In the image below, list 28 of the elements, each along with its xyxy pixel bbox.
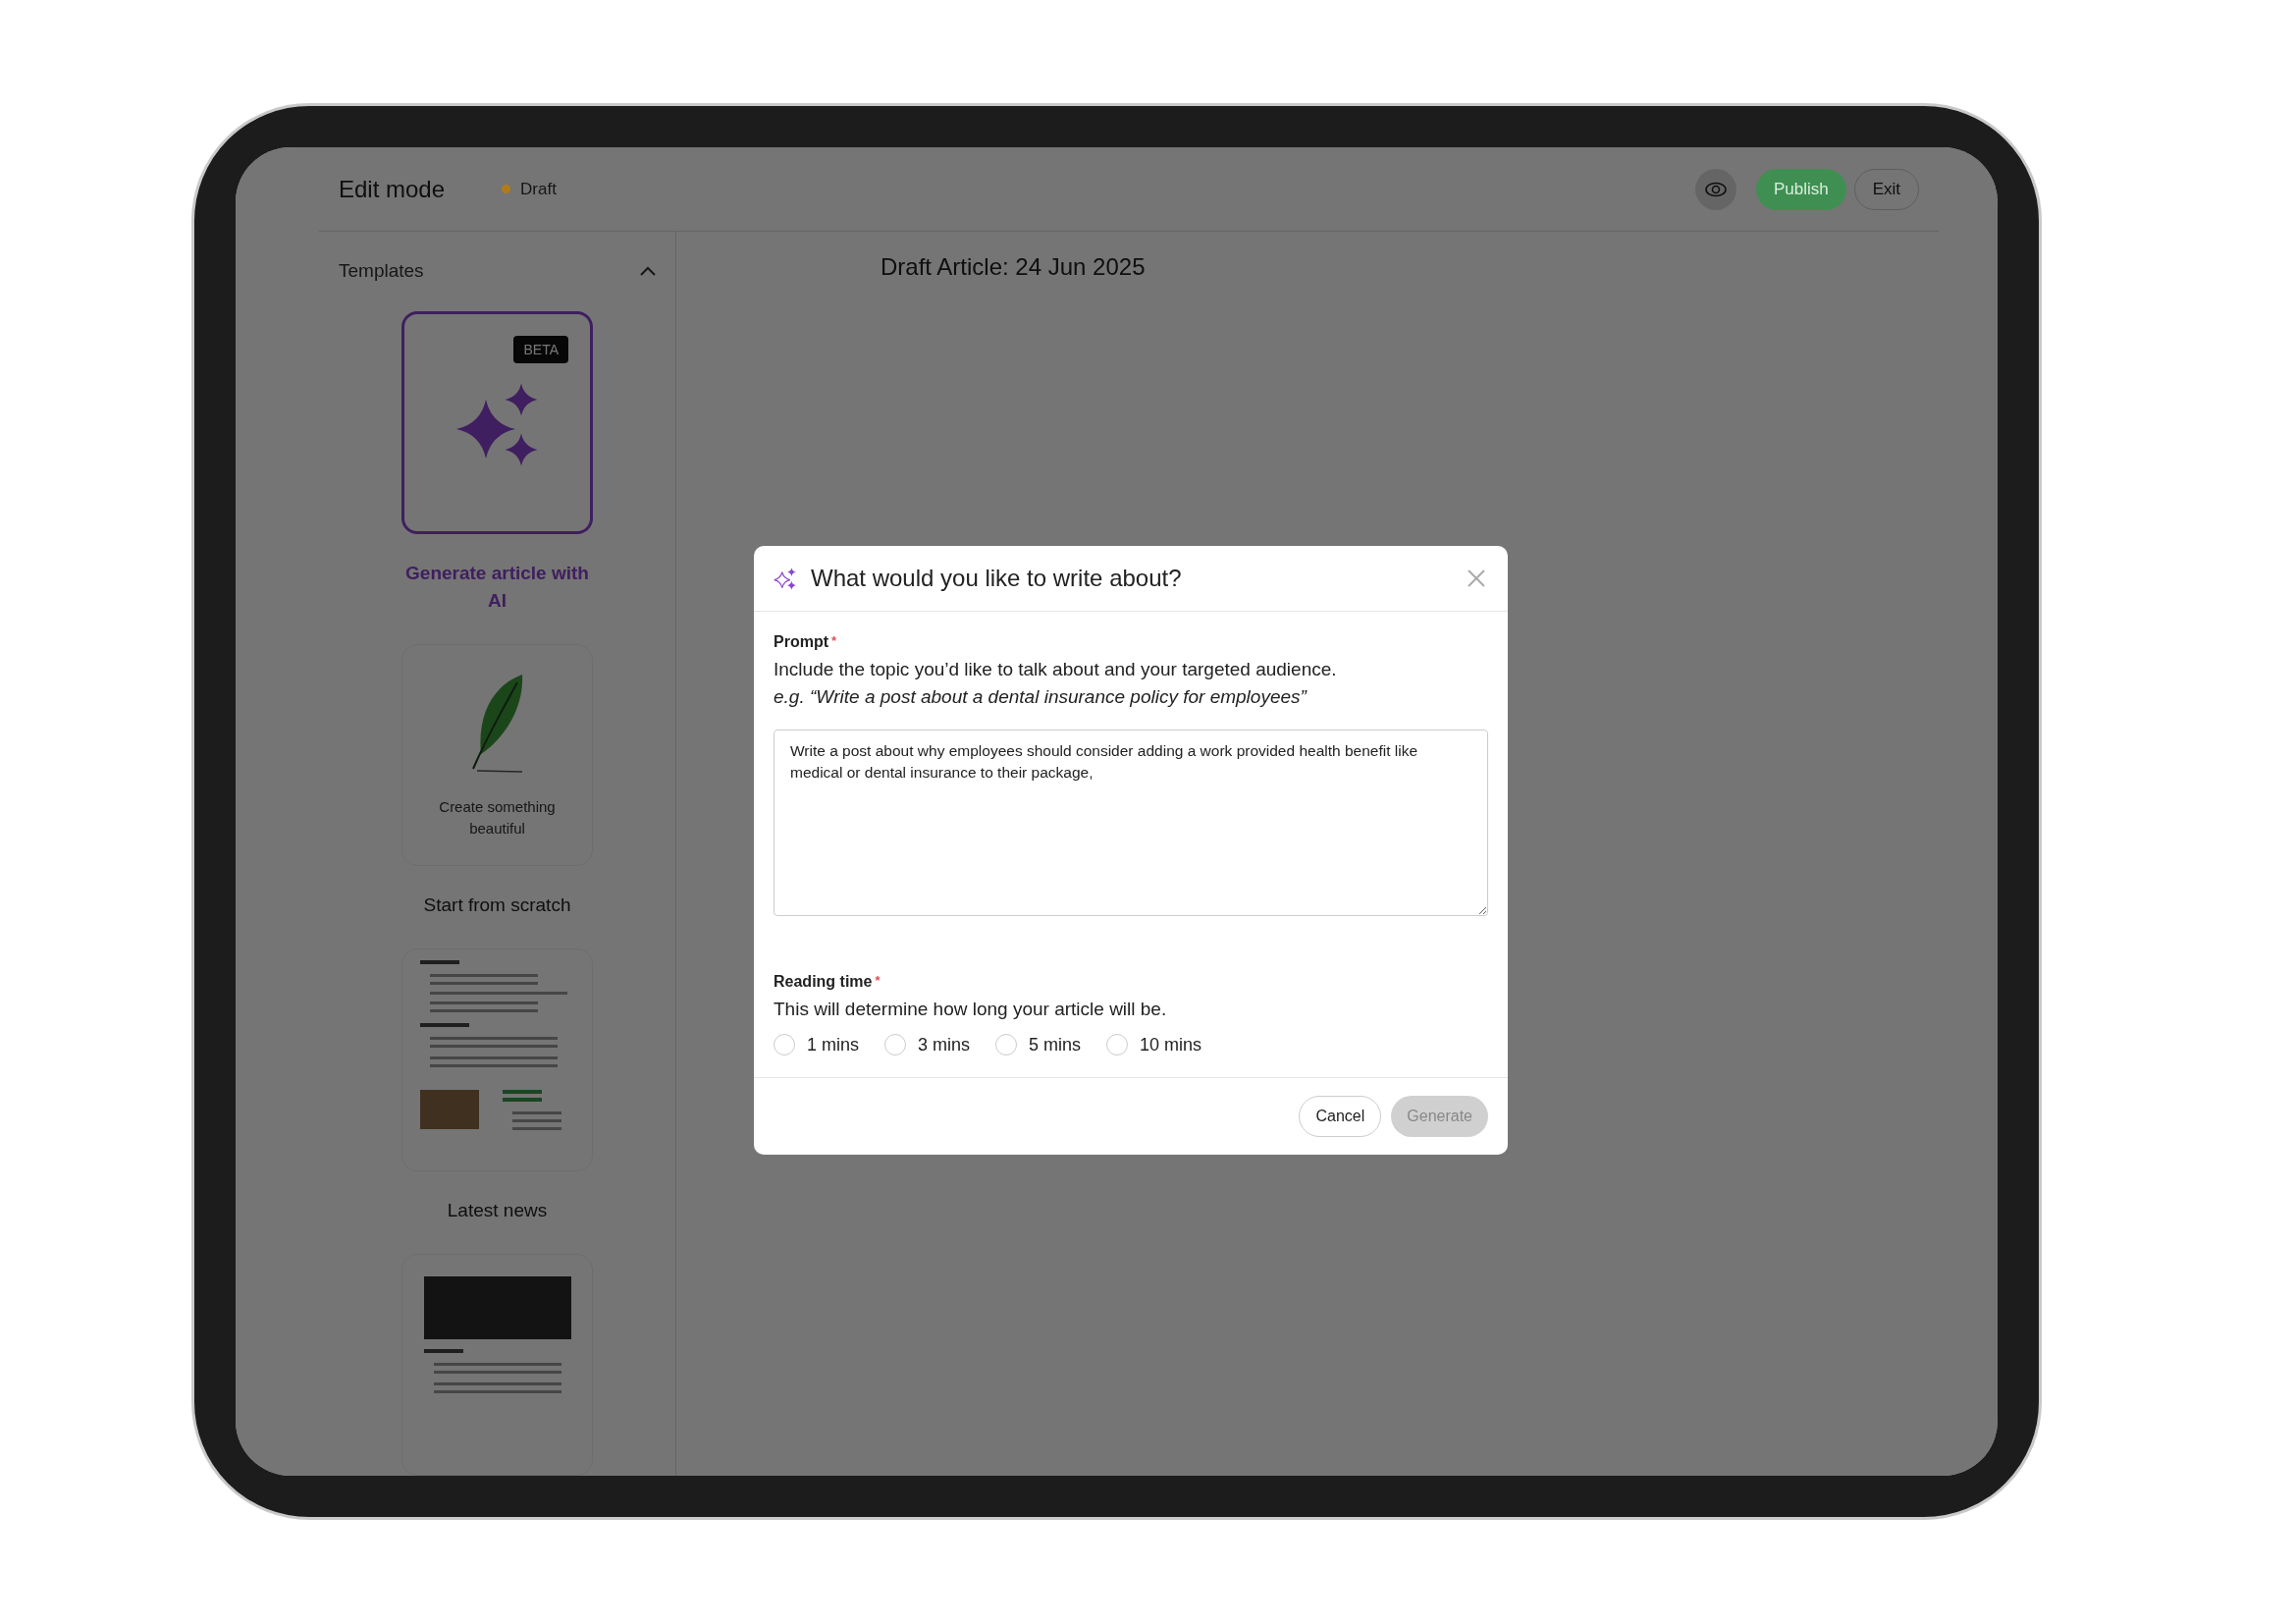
status-label: Draft: [520, 179, 557, 199]
field-hint: Include the topic you’d like to talk about and your targeted audience.: [774, 659, 1338, 680]
template-label: Latest news: [446, 1198, 549, 1222]
sparkles-icon: [774, 567, 797, 590]
chevron-up-icon[interactable]: [640, 265, 656, 276]
cancel-button[interactable]: Cancel: [1299, 1096, 1382, 1137]
field-label: Reading time *: [774, 973, 881, 991]
template-label: Generate article with AI: [404, 562, 590, 614]
template-label: Start from scratch: [422, 893, 572, 918]
reading-time-option[interactable]: 3 mins: [884, 1034, 971, 1056]
reading-time-option[interactable]: 10 mins: [1106, 1034, 1202, 1056]
eye-icon: [1704, 181, 1727, 197]
field-hint: This will determine how long your article will be.: [774, 999, 1168, 1020]
reading-time-option[interactable]: 5 mins: [995, 1034, 1082, 1056]
prompt-field[interactable]: Write a post about why employees should consider adding a work provided health benefit like medical or dental insurance to their package,: [774, 730, 1488, 916]
template-caption: Create something beautiful: [438, 797, 557, 839]
reading-time-option[interactable]: 1 mins: [774, 1034, 859, 1056]
exit-button[interactable]: Exit: [1853, 168, 1919, 210]
template-card[interactable]: [401, 1253, 593, 1476]
example-text: e.g. “Write a post about a dental insurance policy for employees”: [774, 686, 1308, 708]
template-card[interactable]: Create something beautiful: [401, 644, 593, 867]
template-card[interactable]: BETA: [401, 311, 593, 535]
field-label: Prompt *: [774, 633, 838, 651]
section-title: Templates: [339, 259, 424, 282]
dialog-title: What would you like to write about?: [811, 565, 1183, 592]
page-title: Edit mode: [339, 175, 446, 203]
beta-badge: BETA: [513, 336, 568, 364]
article-title: Draft Article: 24 Jun 2025: [881, 253, 1147, 281]
